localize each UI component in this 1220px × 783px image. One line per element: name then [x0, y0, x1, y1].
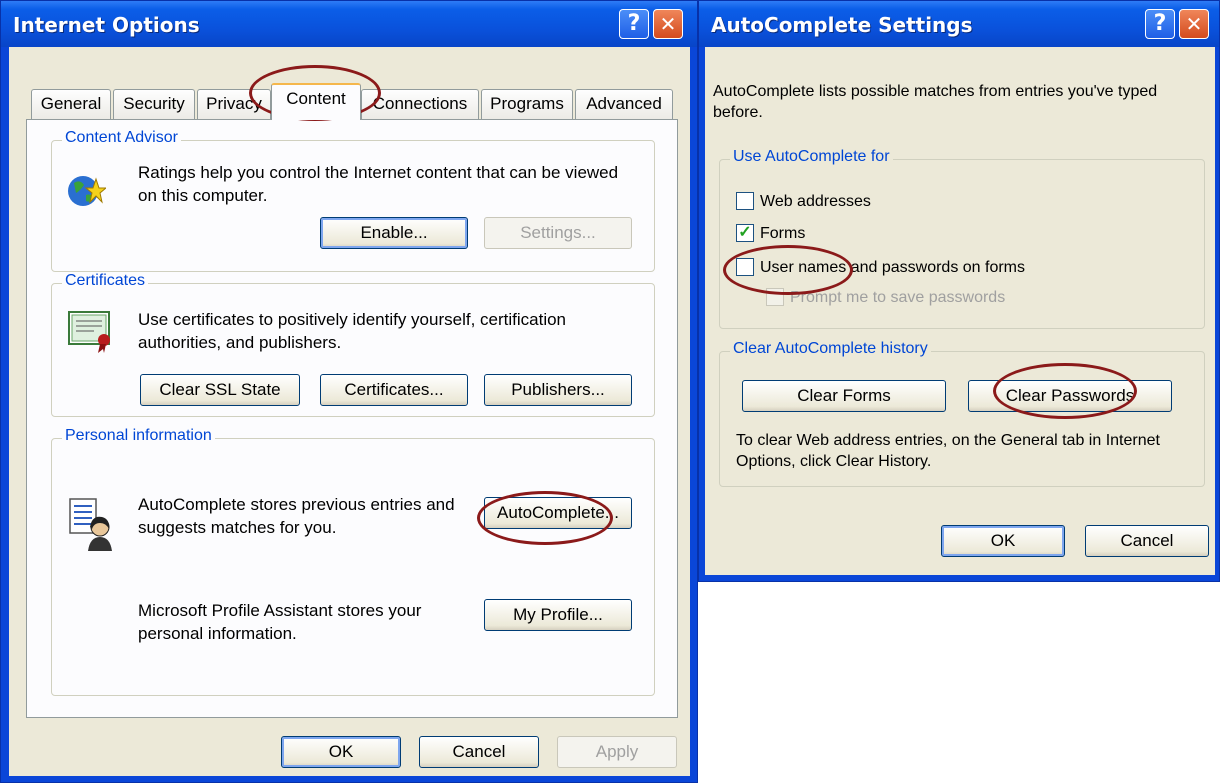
clear-history-group: Clear AutoComplete history Clear Forms C…	[719, 340, 1205, 487]
internet-options-ok-button[interactable]: OK	[281, 736, 401, 768]
autocomplete-settings-title: AutoComplete Settings	[711, 13, 973, 37]
prompt-save-passwords-checkbox[interactable]	[766, 288, 784, 306]
clear-history-label: Clear AutoComplete history	[730, 340, 931, 358]
forms-label[interactable]: Forms	[760, 222, 805, 245]
autocomplete-intro-text: AutoComplete lists possible matches from…	[713, 83, 1158, 121]
profile-assistant-text: Microsoft Profile Assistant stores your …	[138, 601, 422, 643]
internet-options-window: Internet Options ? ✕ General Security Pr…	[0, 0, 698, 783]
tab-programs[interactable]: Programs	[481, 89, 573, 119]
help-icon[interactable]: ?	[1145, 9, 1175, 39]
clear-ssl-state-button[interactable]: Clear SSL State	[140, 374, 300, 406]
autocomplete-settings-client: AutoComplete lists possible matches from…	[705, 47, 1215, 575]
tab-advanced[interactable]: Advanced	[575, 89, 673, 119]
tab-privacy[interactable]: Privacy	[197, 89, 271, 119]
tab-connections[interactable]: Connections	[361, 89, 479, 119]
content-advisor-text: Ratings help you control the Internet co…	[138, 163, 619, 205]
internet-options-title: Internet Options	[13, 13, 200, 37]
autocomplete-cancel-button[interactable]: Cancel	[1085, 525, 1209, 557]
my-profile-button[interactable]: My Profile...	[484, 599, 632, 631]
globe-star-icon	[68, 176, 106, 206]
certificate-icon	[68, 311, 110, 353]
autocomplete-settings-titlebar[interactable]: AutoComplete Settings ? ✕	[699, 1, 1219, 47]
close-icon[interactable]: ✕	[653, 9, 683, 39]
close-icon[interactable]: ✕	[1179, 9, 1209, 39]
clear-passwords-button[interactable]: Clear Passwords	[968, 380, 1172, 412]
certificates-button[interactable]: Certificates...	[320, 374, 468, 406]
autocomplete-settings-window: AutoComplete Settings ? ✕ AutoComplete l…	[698, 0, 1220, 582]
apply-button[interactable]: Apply	[557, 736, 677, 768]
clear-forms-button[interactable]: Clear Forms	[742, 380, 946, 412]
tab-security[interactable]: Security	[113, 89, 195, 119]
personal-information-label: Personal information	[62, 427, 215, 445]
content-tab-panel: Content Advisor Ratings help you control…	[26, 119, 678, 718]
use-autocomplete-for-label: Use AutoComplete for	[730, 148, 893, 166]
internet-options-titlebar[interactable]: Internet Options ? ✕	[1, 1, 697, 47]
content-advisor-label: Content Advisor	[62, 129, 181, 147]
certificates-text: Use certificates to positively identify …	[138, 310, 567, 352]
autocomplete-button[interactable]: AutoComplete...	[484, 497, 632, 529]
use-autocomplete-for-group: Use AutoComplete for Web addresses ✓ For…	[719, 148, 1205, 329]
personal-information-group: Personal information AutoComplete stores…	[51, 427, 655, 696]
content-advisor-group: Content Advisor Ratings help you control…	[51, 129, 655, 272]
prompt-save-passwords-label[interactable]: Prompt me to save passwords	[790, 286, 1005, 309]
web-addresses-checkbox[interactable]	[736, 192, 754, 210]
certificates-group: Certificates Use certificates to positiv…	[51, 272, 655, 417]
autocomplete-person-icon	[69, 498, 112, 551]
tab-general[interactable]: General	[31, 89, 111, 119]
help-icon[interactable]: ?	[619, 9, 649, 39]
autocomplete-text: AutoComplete stores previous entries and…	[138, 495, 455, 537]
forms-checkbox[interactable]: ✓	[736, 224, 754, 242]
settings-button[interactable]: Settings...	[484, 217, 632, 249]
certificates-label: Certificates	[62, 272, 149, 290]
user-names-passwords-checkbox[interactable]	[736, 258, 754, 276]
internet-options-cancel-button[interactable]: Cancel	[419, 736, 539, 768]
user-names-passwords-label[interactable]: User names and passwords on forms	[760, 256, 1025, 279]
tab-content[interactable]: Content	[271, 83, 361, 120]
clear-history-note: To clear Web address entries, on the Gen…	[736, 432, 1160, 470]
enable-button[interactable]: Enable...	[320, 217, 468, 249]
web-addresses-label[interactable]: Web addresses	[760, 190, 871, 213]
publishers-button[interactable]: Publishers...	[484, 374, 632, 406]
autocomplete-ok-button[interactable]: OK	[941, 525, 1065, 557]
